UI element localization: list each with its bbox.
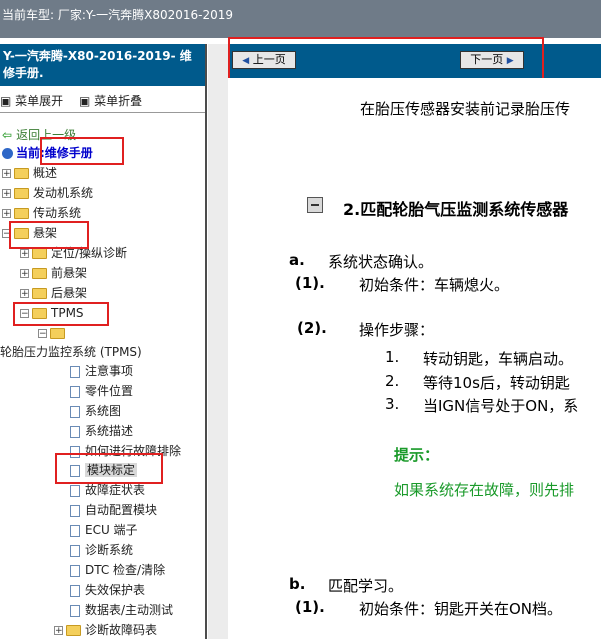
manual-icon <box>2 148 13 159</box>
intro-text: 在胎压传感器安装前记录胎压传 <box>360 100 571 118</box>
sidebar: Y-一汽奔腾-X80-2016-2019- 维 修手册. ▣ 菜单展开 ▣ 菜单… <box>0 44 207 639</box>
tree-item-diag-system[interactable]: 诊断系统 <box>70 541 133 559</box>
sidebar-header: Y-一汽奔腾-X80-2016-2019- 维 修手册. <box>0 44 205 86</box>
tree-item-dtc-check[interactable]: DTC 检查/清除 <box>70 561 165 579</box>
step-a-text: 系统状态确认。 <box>328 253 434 271</box>
sidebar-title-line1: Y-一汽奔腾-X80-2016-2019- 维 <box>3 49 192 63</box>
expand-icon[interactable]: + <box>2 169 11 179</box>
page-icon <box>70 564 80 577</box>
tree-item-ecu-terminals[interactable]: ECU 端子 <box>70 521 138 539</box>
step-b1-text: 初始条件：钥匙开关在ON档。 <box>359 600 563 618</box>
page-icon <box>70 484 80 497</box>
tree-item-transmission[interactable]: + 传动系统 <box>2 204 81 222</box>
page-icon <box>70 405 80 418</box>
step-a2-number: (2). <box>297 319 327 337</box>
tree-item-tpms-full[interactable]: 轮胎压力监控系统 (TPMS) <box>0 343 142 361</box>
tree-item-tpms-folder[interactable]: − <box>38 324 69 342</box>
expand-icon[interactable]: + <box>2 189 11 199</box>
sidebar-scrollbar[interactable] <box>205 44 207 639</box>
tree-item-system-description[interactable]: 系统描述 <box>70 422 133 440</box>
folder-icon <box>66 625 81 636</box>
tree-item-fail-safe[interactable]: 失效保护表 <box>70 581 145 599</box>
page-icon <box>70 365 80 378</box>
step-a1-text: 初始条件：车辆熄火。 <box>359 276 510 294</box>
document-content: 在胎压传感器安装前记录胎压传 2.匹配轮胎气压监测系统传感器 a. 系统状态确认… <box>228 78 601 639</box>
hint-title: 提示： <box>394 446 440 464</box>
section-title: 2.匹配轮胎气压监测系统传感器 <box>343 200 569 219</box>
page-icon <box>70 544 80 557</box>
step-b-label: b. <box>289 575 306 593</box>
highlight-tpms <box>13 302 109 326</box>
step-a2-text: 操作步骤： <box>359 321 435 339</box>
tree-item-engine[interactable]: + 发动机系统 <box>2 184 93 202</box>
expand-icon[interactable]: + <box>20 269 29 279</box>
substep-3-number: 3. <box>385 395 400 413</box>
back-arrow-icon: ⇦ <box>2 128 13 142</box>
hint-text: 如果系统存在故障，则先排 <box>394 481 575 499</box>
highlight-current-manual <box>40 137 124 165</box>
folder-icon <box>32 248 47 259</box>
highlight-suspension <box>9 221 89 249</box>
page-icon <box>70 604 80 617</box>
tree-item-auto-config[interactable]: 自动配置模块 <box>70 501 157 519</box>
sidebar-title-line2: 修手册. <box>3 66 44 80</box>
tree-item-dtc-table[interactable]: + 诊断故障码表 <box>54 621 157 639</box>
substep-1-text: 转动钥匙，车辆启动。 <box>423 350 574 368</box>
tree-item-notes[interactable]: 注意事项 <box>70 362 133 380</box>
page-icon <box>70 385 80 398</box>
expand-icon[interactable]: + <box>54 626 63 636</box>
page-icon <box>70 425 80 438</box>
substep-2-number: 2. <box>385 372 400 390</box>
expand-icon[interactable]: + <box>2 209 11 219</box>
expand-icon[interactable]: + <box>20 249 29 259</box>
tree-item-overview[interactable]: + 概述 <box>2 164 57 182</box>
folder-open-icon <box>50 328 65 339</box>
page-icon <box>70 504 80 517</box>
substep-3-text: 当IGN信号处于ON，系 <box>423 397 579 415</box>
expand-all-button[interactable]: ▣ 菜单展开 <box>0 94 69 108</box>
substep-2-text: 等待10s后，转动钥匙 <box>423 374 570 392</box>
panel-divider[interactable] <box>208 44 228 639</box>
step-a-label: a. <box>289 251 305 269</box>
folder-icon <box>14 208 29 219</box>
collapse-all-button[interactable]: ▣ 菜单折叠 <box>79 94 148 108</box>
page-icon <box>70 524 80 537</box>
tree-item-front-suspension[interactable]: + 前悬架 <box>20 264 87 282</box>
tree-item-rear-suspension[interactable]: + 后悬架 <box>20 284 87 302</box>
tree-item-parts-location[interactable]: 零件位置 <box>70 382 133 400</box>
folder-icon <box>14 188 29 199</box>
tree-item-data-table[interactable]: 数据表/主动测试 <box>70 601 173 619</box>
step-b1-number: (1). <box>295 598 325 616</box>
window-titlebar: 当前车型: 厂家:Y-一汽奔腾X802016-2019 <box>0 0 601 38</box>
folder-icon <box>14 168 29 179</box>
sidebar-divider <box>0 112 205 113</box>
expand-icon[interactable]: + <box>20 289 29 299</box>
highlight-nav-buttons <box>228 37 544 82</box>
highlight-module-calibration <box>55 453 163 484</box>
step-a1-number: (1). <box>295 274 325 292</box>
menu-toggle-row: ▣ 菜单展开 ▣ 菜单折叠 <box>0 92 154 109</box>
folder-icon <box>32 268 47 279</box>
folder-icon <box>32 288 47 299</box>
tree-item-system-diagram[interactable]: 系统图 <box>70 402 121 420</box>
collapse-icon[interactable]: − <box>38 329 47 339</box>
section-collapse-icon[interactable] <box>307 197 323 213</box>
page-icon <box>70 584 80 597</box>
substep-1-number: 1. <box>385 348 400 366</box>
window-title: 当前车型: 厂家:Y-一汽奔腾X802016-2019 <box>2 8 234 22</box>
step-b-text: 匹配学习。 <box>328 577 404 595</box>
